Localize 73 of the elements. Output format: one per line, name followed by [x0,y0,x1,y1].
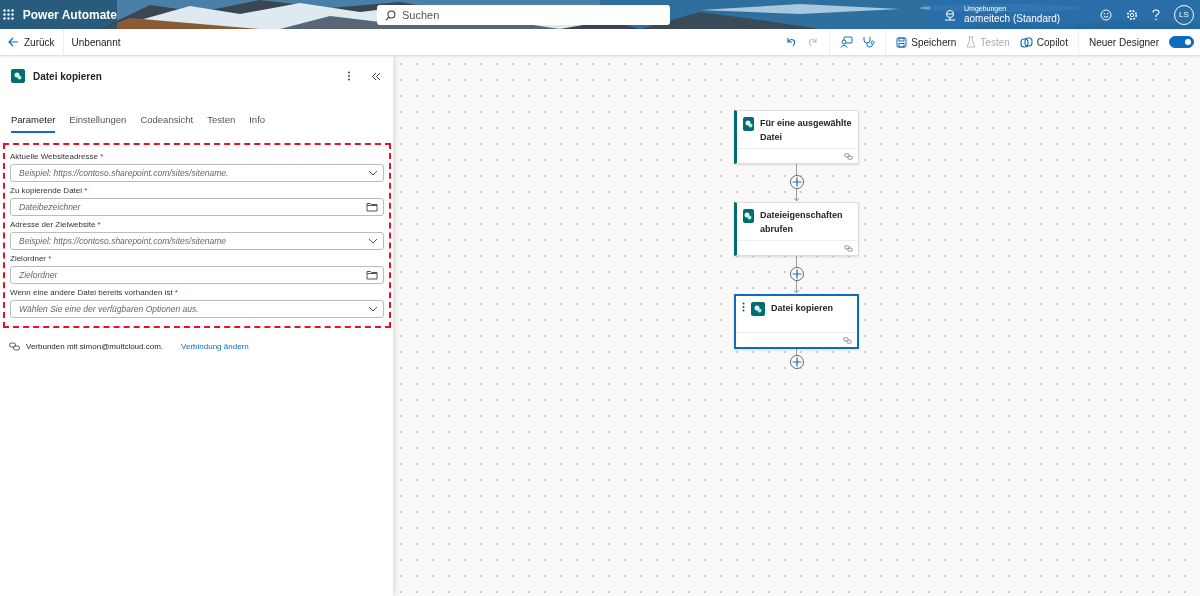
person-chat-icon[interactable] [840,36,854,48]
field-label: Wenn eine andere Datei bereits vorhanden ist [10,288,173,297]
panel-title: Datei kopieren [33,70,103,82]
step-title: Für eine ausgewählte Datei [760,117,852,144]
sharepoint-icon [751,302,765,316]
panel-tab[interactable]: Einstellungen [69,108,127,133]
field-label: Adresse der Zielwebsite [10,220,96,229]
drag-handle-icon[interactable] [742,302,745,312]
undo-icon[interactable] [785,36,798,48]
search-icon [385,9,396,21]
field-label: Zielordner [10,254,46,263]
plus-icon [791,357,802,367]
save-button[interactable]: Speichern [896,36,957,48]
add-step-button[interactable] [789,355,804,369]
toggle-label: Neuer Designer [1088,36,1159,48]
input-field[interactable]: Dateibezeichner [10,198,384,216]
required-mark: * [174,288,178,297]
link-icon [844,244,853,252]
connector-arrow [793,281,800,294]
smiley-icon[interactable] [1100,8,1112,21]
chevron-down-icon [368,238,378,244]
globe-icon[interactable] [944,8,956,21]
field-label: Zu kopierende Datei [10,186,83,195]
environment-name[interactable]: aomeitech (Standard) [964,12,1061,24]
step-title: Datei kopieren [771,302,834,315]
required-mark: * [97,220,101,229]
search-field[interactable]: Suchen [377,4,670,25]
panel-tab[interactable]: Info [249,108,266,133]
save-icon [896,36,908,48]
back-arrow-icon [8,37,19,47]
folder-icon[interactable] [366,270,378,280]
back-button[interactable]: Zurück [0,28,64,56]
link-icon [843,336,852,344]
required-mark: * [84,186,88,195]
panel-tab[interactable]: Parameter [11,108,56,133]
field-label: Aktuelle Websiteadresse [10,152,98,161]
required-mark: * [100,152,104,161]
dropdown-field[interactable]: Beispiel: https://contoso.sharepoint.com/sites/sitename [10,232,384,250]
panel-tab[interactable]: Testen [207,108,236,133]
chevron-down-icon [368,306,378,312]
sharepoint-icon [743,209,754,223]
input-field[interactable]: Zielordner [10,266,384,284]
flow-name[interactable]: Unbenannt [63,36,121,48]
add-step-button[interactable] [789,175,804,189]
toggle-switch[interactable] [1169,36,1194,48]
plus-icon [791,269,802,279]
folder-icon[interactable] [366,202,378,212]
required-mark: * [48,254,52,263]
change-connection-link[interactable]: Verbindung ändern [181,342,249,351]
settings-icon[interactable] [1126,8,1138,21]
connector-arrow [793,189,800,202]
sharepoint-icon [11,69,25,83]
sharepoint-icon [743,117,755,131]
collapse-icon[interactable] [371,71,381,81]
copilot-button[interactable]: Copilot [1019,35,1068,49]
step-title: Dateieigenschaften abrufen [759,209,844,236]
more-icon[interactable] [347,71,351,81]
flow-step-card[interactable]: Für eine ausgewählte Datei [734,110,859,164]
help-icon[interactable] [1152,8,1160,21]
plus-icon [791,177,802,187]
dropdown-field[interactable]: Wählen Sie eine der verfügbaren Optionen aus. [10,300,384,318]
copilot-icon [1019,35,1033,49]
chevron-down-icon [368,170,378,176]
add-step-button[interactable] [789,267,804,281]
link-icon [844,152,853,160]
stethoscope-icon[interactable] [863,36,876,48]
flask-icon [966,36,977,48]
flow-step-card[interactable]: Dateieigenschaften abrufen [734,202,859,256]
connection-text: Verbunden mit simon@multcloud.com. [26,342,164,351]
flow-step-card[interactable]: Datei kopieren [734,294,859,349]
link-icon [9,342,20,351]
dropdown-field[interactable]: Beispiel: https://contoso.sharepoint.com/sites/sitename. [10,164,384,182]
panel-tab[interactable]: Codeansicht [140,108,194,133]
